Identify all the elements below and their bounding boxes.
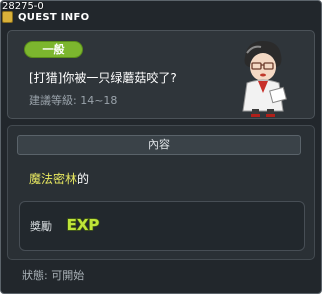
content-section-header: 內容 [17, 135, 301, 155]
quest-status: 狀態: 可開始 [22, 269, 85, 282]
quest-name: [打猎]你被一只绿蘑菇咬了? [29, 71, 177, 85]
quest-info-window: 28275-0 QUEST INFO 一般 [打猎]你被一只绿蘑菇咬了? 建議等… [0, 0, 322, 294]
npc-portrait [242, 41, 287, 117]
reward-box [19, 201, 305, 251]
content-description: 魔法密林的 [29, 170, 89, 187]
category-badge: 一般 [24, 41, 83, 58]
title-bar[interactable]: QUEST INFO [1, 11, 321, 25]
exp-icon: EXP [66, 215, 100, 234]
recommended-level: 建議等級: 14~18 [29, 94, 118, 107]
exp-text: EXP [67, 216, 100, 234]
map-name-link[interactable]: 魔法密林 [29, 172, 77, 186]
window-title: QUEST INFO [18, 12, 90, 23]
quest-scroll-icon [2, 11, 13, 23]
map-suffix: 的 [77, 172, 90, 186]
reward-label: 獎勵 [30, 220, 52, 233]
